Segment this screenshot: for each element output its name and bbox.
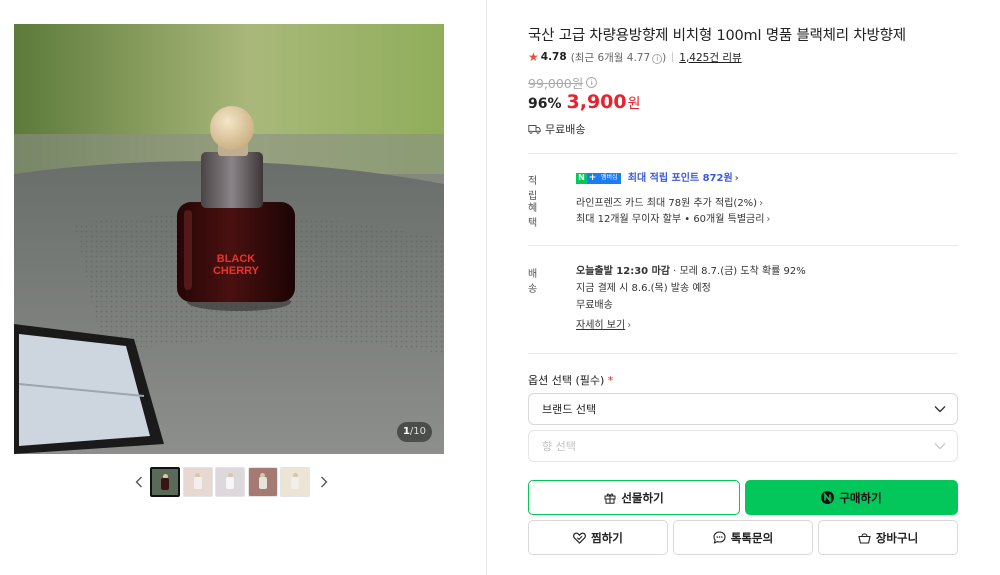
recent-rating-close: )	[662, 51, 667, 64]
benefit-installment-link[interactable]: 최대 12개월 무이자 할부 • 60개월 특별금리 ›	[576, 212, 770, 228]
price-unit: 원	[627, 96, 641, 112]
delivery-details-row: 자세히 보기 ›	[576, 317, 806, 334]
points-content: N + 멤버십 최대 적립 포인트 872원 ›	[576, 171, 739, 187]
gift-icon	[604, 492, 616, 504]
today-shipping-cutoff: 오늘출발 12:30 마감	[576, 266, 670, 277]
option-label: 옵션 선택 (필수) *	[528, 372, 613, 388]
thumbnail-5[interactable]	[280, 467, 310, 497]
thumbnail-3[interactable]	[215, 467, 245, 497]
chevron-left-icon	[135, 476, 142, 488]
shipping-summary: 무료배송	[528, 121, 585, 137]
chevron-right-icon: ›	[627, 320, 632, 331]
star-icon: ★	[528, 50, 539, 64]
benefit-card-link[interactable]: 라인프렌즈 카드 최대 78원 추가 적립(2%) ›	[576, 196, 770, 212]
image-counter-current: 1	[402, 426, 410, 437]
price-row: 96% 3,900 원	[528, 91, 641, 113]
cart-button[interactable]: 장바구니	[818, 520, 958, 555]
shipping-summary-text: 무료배송	[545, 123, 586, 136]
benefits-content: 라인프렌즈 카드 최대 78원 추가 적립(2%) › 최대 12개월 무이자 할…	[576, 196, 770, 228]
delivery-fee: 무료배송	[576, 300, 613, 311]
chevron-right-icon	[320, 476, 327, 488]
brand-select[interactable]: 브랜드 선택	[528, 393, 958, 425]
buy-button-label: 구매하기	[839, 490, 882, 505]
benefit-line-1: 라인프렌즈 카드 최대 78원 추가 적립(2%)	[576, 198, 758, 209]
thumbnail-4[interactable]	[247, 467, 278, 497]
naver-pay-icon	[821, 491, 835, 504]
ship-note: 지금 결제 시 8.6.(목) 발송 예정	[576, 283, 711, 294]
wishlist-button[interactable]: 찜하기	[528, 520, 668, 555]
discount-rate: 96%	[528, 96, 562, 112]
truck-icon	[528, 125, 541, 134]
info-icon[interactable]: i	[652, 53, 663, 64]
option-label-text: 옵션 선택 (필수)	[528, 374, 605, 387]
divider	[528, 153, 958, 154]
chevron-down-icon	[934, 443, 946, 450]
max-points-link[interactable]: 최대 적립 포인트 872원 ›	[628, 173, 739, 184]
thumbnail-2[interactable]	[182, 467, 213, 497]
price-info-icon[interactable]: i	[586, 77, 598, 88]
image-counter-total: /10	[409, 426, 426, 437]
required-mark: *	[607, 374, 614, 387]
chevron-right-icon: ›	[734, 173, 739, 184]
gift-button[interactable]: 선물하기	[528, 480, 740, 515]
thumbnail-next-button[interactable]	[313, 466, 335, 498]
shopping-basket-icon	[858, 532, 871, 544]
recent-rating-text: (최근 6개월 4.77	[570, 51, 651, 64]
wishlist-button-label: 찜하기	[591, 530, 623, 545]
chevron-right-icon: ›	[766, 214, 771, 225]
chevron-down-icon	[934, 406, 946, 413]
separator	[672, 52, 674, 62]
image-counter: 1/10	[396, 422, 432, 442]
gift-button-label: 선물하기	[621, 490, 664, 505]
review-count-link[interactable]: 1,425건 리뷰	[679, 50, 741, 65]
divider	[528, 245, 958, 246]
column-divider	[486, 0, 487, 575]
scent-select[interactable]: 향 선택	[528, 430, 958, 462]
product-main-image[interactable]: BLACK CHERRY 1/10	[14, 24, 444, 454]
cart-button-label: 장바구니	[875, 530, 919, 545]
rating-row: ★ 4.78 (최근 6개월 4.77 i) 1,425건 리뷰	[528, 50, 742, 64]
divider	[528, 353, 958, 354]
thumbnail-1[interactable]	[150, 467, 180, 497]
delivery-details-link[interactable]: 자세히 보기	[576, 320, 625, 331]
chevron-right-icon: ›	[759, 198, 764, 209]
buy-button[interactable]: 구매하기	[745, 480, 958, 515]
product-photo-illustration: BLACK CHERRY	[14, 24, 444, 454]
bottle-label-line1: BLACK	[217, 253, 256, 265]
thumbnail-prev-button[interactable]	[128, 466, 150, 498]
points-label: 적립	[528, 176, 538, 202]
benefit-line-2: 최대 12개월 무이자 할부 • 60개월 특별금리	[576, 214, 765, 225]
product-title: 국산 고급 차량용방향제 비치형 100ml 명품 블랙체리 차방향제	[528, 28, 906, 44]
original-price: 99,000원 i	[528, 73, 598, 92]
bottle-label-line2: CHERRY	[213, 265, 260, 277]
chat-bubble-icon	[713, 531, 726, 544]
arrival-estimate: · 모레 8.7.(금) 도착 확률 92%	[670, 266, 806, 277]
max-points-text: 최대 적립 포인트 872원	[627, 173, 733, 184]
brand-select-value: 브랜드 선택	[542, 403, 597, 416]
talktalk-inquiry-button[interactable]: 톡톡문의	[673, 520, 813, 555]
recent-rating: (최근 6개월 4.77 i)	[570, 50, 667, 65]
original-price-value: 99,000원	[528, 76, 584, 91]
delivery-content: 오늘출발 12:30 마감 · 모레 8.7.(금) 도착 확률 92% 지금 …	[576, 263, 806, 334]
membership-badge-text: 멤버십	[598, 172, 621, 184]
sale-price: 3,900	[566, 91, 627, 113]
thumbnail-strip	[128, 466, 335, 498]
plus-icon: +	[587, 172, 598, 184]
benefits-label: 혜택	[528, 203, 538, 229]
npay-membership-badge: N + 멤버십	[576, 172, 621, 184]
npay-n-icon: N	[576, 172, 587, 184]
heart-icon	[573, 532, 587, 544]
scent-select-value: 향 선택	[542, 440, 576, 453]
talktalk-button-label: 톡톡문의	[730, 530, 774, 545]
delivery-today-row: 오늘출발 12:30 마감 · 모레 8.7.(금) 도착 확률 92%	[576, 263, 806, 280]
rating-score: 4.78	[540, 51, 567, 63]
delivery-label: 배송	[528, 269, 538, 295]
